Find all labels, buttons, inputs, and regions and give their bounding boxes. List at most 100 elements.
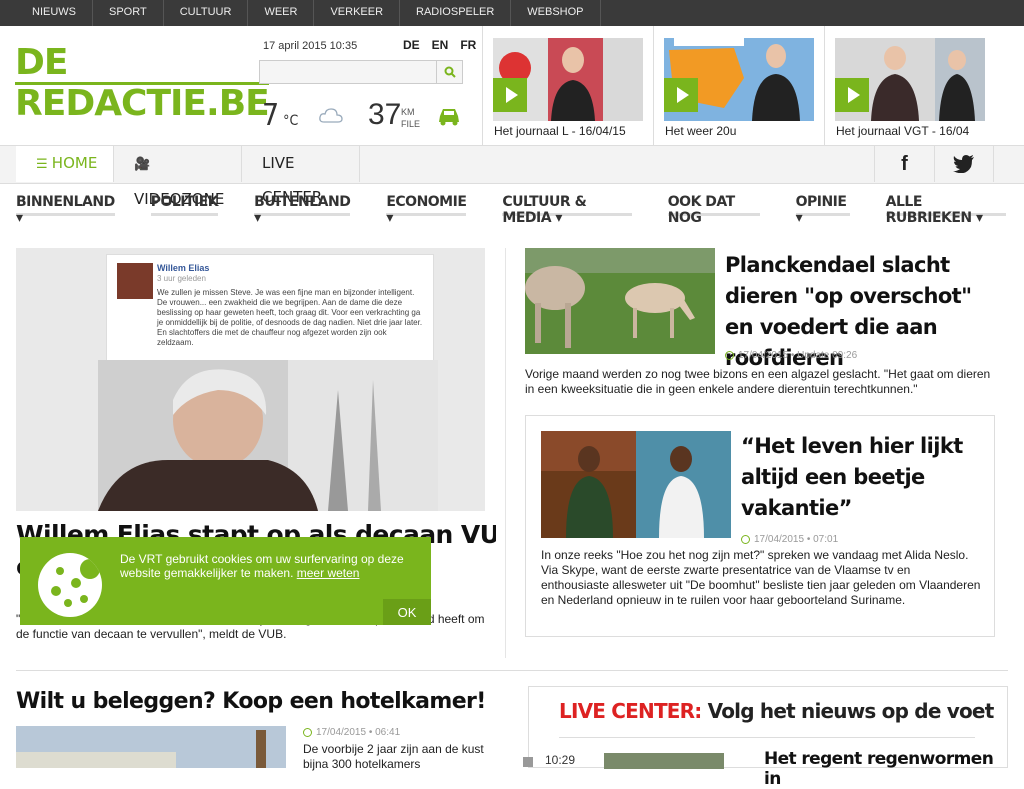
cat-binnenland[interactable]: BINNENLAND ▾ bbox=[16, 186, 115, 226]
section-navigation: ☰ HOME 🎥 VIDEOZONE LIVE CENTER f bbox=[0, 146, 1024, 208]
play-button[interactable] bbox=[493, 78, 527, 112]
language-switcher: DE EN FR bbox=[403, 38, 476, 52]
lang-fr[interactable]: FR bbox=[460, 38, 476, 52]
logo-line2: REDACTIE.BE bbox=[15, 82, 270, 124]
play-button[interactable] bbox=[835, 78, 869, 112]
topnav-nieuws[interactable]: NIEUWS bbox=[16, 0, 93, 26]
cookie-banner: De VRT gebruikt cookies om uw surfervari… bbox=[20, 537, 431, 625]
feature-headline[interactable]: “Het leven hier lijkt altijd een beetje … bbox=[741, 431, 971, 524]
topnav-webshop[interactable]: WEBSHOP bbox=[511, 0, 601, 26]
list-icon: ☰ bbox=[36, 157, 52, 172]
cookie-more-link[interactable]: meer weten bbox=[297, 566, 360, 580]
article-thumbnail bbox=[541, 431, 731, 538]
camera-icon: 🎥 bbox=[134, 157, 151, 172]
cloud-icon bbox=[319, 108, 343, 123]
live-item-thumbnail[interactable] bbox=[604, 753, 724, 769]
search-input[interactable] bbox=[260, 61, 436, 83]
logo-line1: DE bbox=[15, 42, 68, 83]
column-divider bbox=[505, 248, 506, 658]
cat-ook-dat-nog[interactable]: OOK DAT NOG bbox=[667, 186, 760, 226]
tab-videozone[interactable]: 🎥 VIDEOZONE bbox=[114, 146, 242, 208]
facebook-icon[interactable]: f bbox=[874, 146, 934, 182]
traffic-unit: KM FILE bbox=[401, 106, 420, 130]
article-time: 07:01 bbox=[813, 534, 839, 545]
live-item-time: 10:29 bbox=[545, 753, 576, 767]
tab-home-label: HOME bbox=[51, 154, 98, 172]
topnav-weer[interactable]: WEER bbox=[248, 0, 315, 26]
video-tiles: Het journaal L - 16/04/15 Het weer 20u H… bbox=[482, 26, 995, 146]
cat-economie[interactable]: ECONOMIE ▾ bbox=[386, 186, 467, 226]
search-icon bbox=[444, 66, 456, 78]
article-date: 17/04/2015 bbox=[738, 350, 789, 361]
article-thumbnail[interactable] bbox=[525, 248, 715, 354]
top-navigation: NIEUWS SPORT CULTUUR WEER VERKEER RADIOS… bbox=[0, 0, 1024, 26]
cat-cultuur-media[interactable]: CULTUUR & MEDIA ▾ bbox=[502, 186, 632, 226]
clock-icon bbox=[725, 350, 734, 360]
hero-image[interactable]: Willem Elias 3 uur geleden We zullen je … bbox=[16, 248, 485, 511]
live-center-box: LIVE CENTER: Volg het nieuws op de voet … bbox=[523, 686, 1008, 789]
article-headline[interactable]: Wilt u beleggen? Koop een hotelkamer! bbox=[16, 689, 486, 714]
play-button[interactable] bbox=[664, 78, 698, 112]
site-logo[interactable]: DE REDACTIE.BE bbox=[15, 42, 270, 124]
cookie-message: De VRT gebruikt cookies om uw surfervari… bbox=[120, 552, 404, 580]
video-tile[interactable]: Het journaal L - 16/04/15 bbox=[482, 26, 653, 146]
current-date: 17 april 2015 10:35 bbox=[263, 40, 358, 52]
fb-time: 3 uur geleden bbox=[157, 274, 206, 283]
topnav-radiospeler[interactable]: RADIOSPELER bbox=[400, 0, 512, 26]
article-meta: 17/04/2015 • Update 09:26 bbox=[725, 350, 857, 361]
feature-description: In onze reeks "Hoe zou het nog zijn met?… bbox=[541, 548, 981, 607]
timeline-marker bbox=[523, 757, 533, 767]
article-description: Vorige maand werden zo nog twee bizons e… bbox=[525, 367, 991, 396]
fb-text: We zullen je missen Steve. Je was een fi… bbox=[157, 288, 423, 347]
temperature-readout[interactable]: 7 °C bbox=[262, 98, 298, 133]
lang-en[interactable]: EN bbox=[432, 38, 449, 52]
article-meta: 17/04/2015 • 06:41 bbox=[303, 727, 400, 738]
cat-buitenland[interactable]: BUITENLAND ▾ bbox=[254, 186, 351, 226]
cookie-ok-button[interactable]: OK bbox=[383, 599, 431, 625]
avatar bbox=[117, 263, 153, 299]
topnav-sport[interactable]: SPORT bbox=[93, 0, 164, 26]
live-item-headline[interactable]: Het regent regenwormen in bbox=[764, 749, 1007, 789]
car-icon bbox=[439, 109, 459, 126]
topnav-cultuur[interactable]: CULTUUR bbox=[164, 0, 249, 26]
tab-home[interactable]: ☰ HOME bbox=[16, 146, 114, 182]
category-navigation: BINNENLAND ▾ POLITIEK BUITENLAND ▾ ECONO… bbox=[0, 186, 1024, 226]
lang-de[interactable]: DE bbox=[403, 38, 420, 52]
temperature-value: 7 bbox=[262, 98, 280, 133]
article-date: 17/04/2015 bbox=[316, 727, 367, 738]
traffic-unit-km: KM bbox=[401, 107, 415, 117]
live-center-title[interactable]: LIVE CENTER: Volg het nieuws op de voet bbox=[559, 699, 995, 723]
article-thumbnail[interactable] bbox=[16, 726, 286, 768]
site-header: DE REDACTIE.BE 17 april 2015 10:35 DE EN… bbox=[0, 26, 1024, 146]
article-meta: 17/04/2015 • 07:01 bbox=[741, 534, 838, 545]
video-tile[interactable]: Het weer 20u bbox=[653, 26, 824, 146]
cookie-text: De VRT gebruikt cookies om uw surfervari… bbox=[120, 552, 415, 580]
temperature-unit: °C bbox=[283, 113, 299, 129]
traffic-unit-file: FILE bbox=[401, 119, 421, 129]
traffic-km[interactable]: 37 bbox=[368, 98, 401, 132]
search-box bbox=[259, 60, 463, 84]
facebook-post-screenshot: Willem Elias 3 uur geleden We zullen je … bbox=[106, 254, 434, 364]
cat-alle-rubrieken[interactable]: ALLE RUBRIEKEN ▾ bbox=[885, 186, 1006, 226]
clock-icon bbox=[741, 534, 750, 544]
feature-card[interactable]: “Het leven hier lijkt altijd een beetje … bbox=[525, 415, 995, 637]
live-center-heading: Volg het nieuws op de voet bbox=[707, 699, 995, 723]
video-caption[interactable]: Het journaal L - 16/04/15 bbox=[494, 124, 626, 138]
topnav-verkeer[interactable]: VERKEER bbox=[314, 0, 401, 26]
video-tile[interactable]: Het journaal VGT - 16/04 bbox=[824, 26, 995, 146]
fb-author: Willem Elias bbox=[157, 263, 210, 273]
twitter-icon[interactable] bbox=[934, 146, 994, 182]
video-caption[interactable]: Het weer 20u bbox=[665, 124, 736, 138]
video-caption[interactable]: Het journaal VGT - 16/04 bbox=[836, 124, 969, 138]
cookie-icon bbox=[38, 553, 102, 617]
tab-live-center[interactable]: LIVE CENTER bbox=[242, 146, 360, 206]
horizontal-divider bbox=[16, 670, 1008, 671]
cat-opinie[interactable]: OPINIE ▾ bbox=[795, 186, 850, 226]
live-center-label: LIVE CENTER: bbox=[559, 699, 702, 723]
article-time: 06:41 bbox=[375, 727, 401, 738]
divider bbox=[559, 737, 975, 738]
clock-icon bbox=[303, 727, 312, 737]
search-button[interactable] bbox=[436, 61, 462, 83]
cat-politiek[interactable]: POLITIEK bbox=[150, 186, 219, 216]
article-date: 17/04/2015 bbox=[754, 534, 805, 545]
